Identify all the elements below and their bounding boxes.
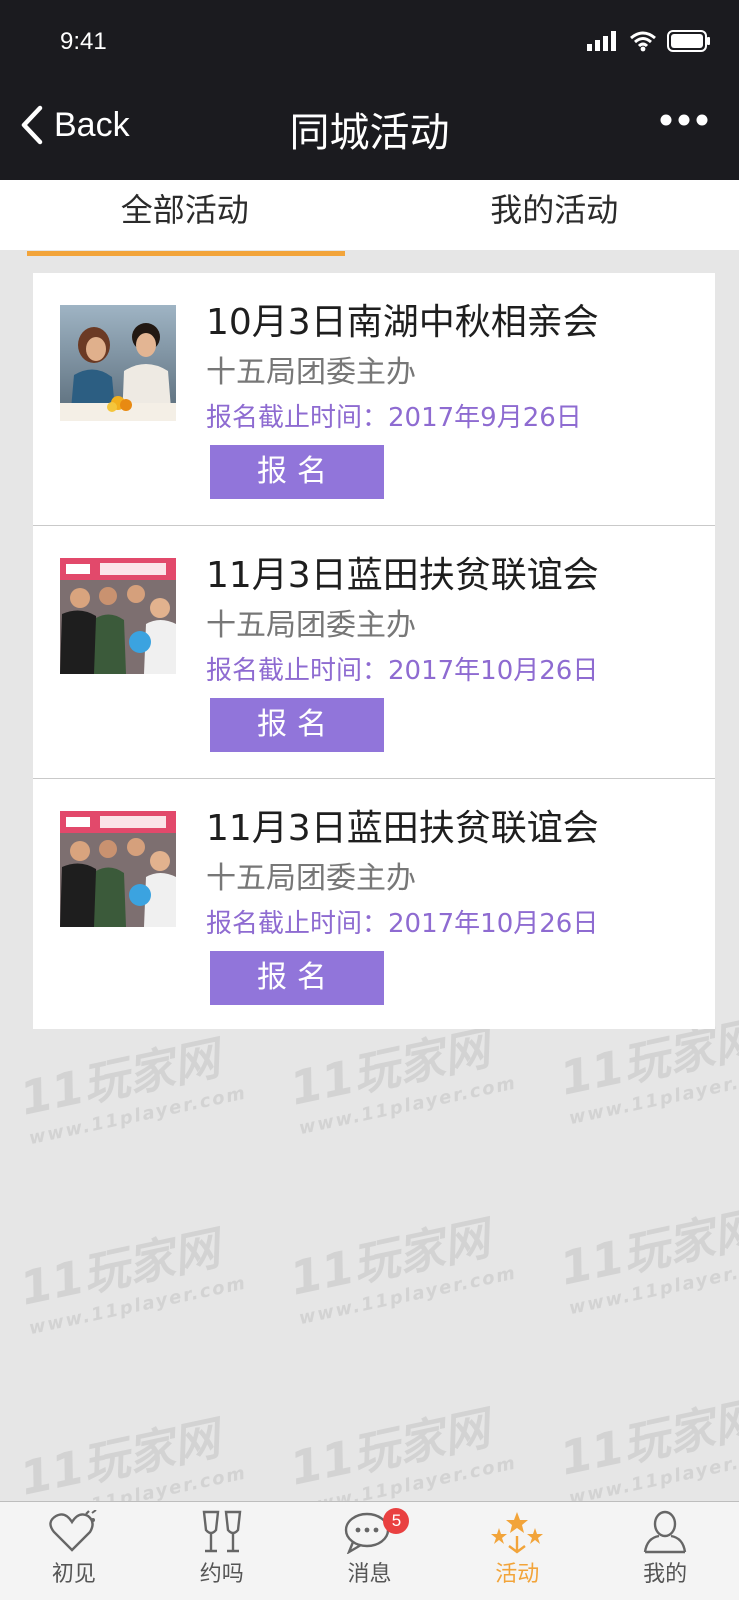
signup-button[interactable]: 报名	[210, 698, 384, 752]
wifi-icon	[630, 31, 656, 52]
watermark: 11玩家网 www.11player.com	[555, 1390, 739, 1510]
event-title: 10月3日南湖中秋相亲会	[206, 302, 599, 343]
fireworks-icon	[491, 1512, 544, 1554]
more-dots-icon[interactable]	[659, 112, 709, 128]
watermark: 11玩家网 www.11player.com	[285, 1210, 519, 1330]
signup-button[interactable]: 报名	[210, 951, 384, 1005]
event-organizer: 十五局团委主办	[206, 355, 416, 390]
battery-icon	[667, 30, 710, 52]
event-photo	[60, 558, 176, 674]
event-title: 11月3日蓝田扶贫联谊会	[206, 808, 599, 849]
tabbar-item-huodong[interactable]: 活动	[443, 1502, 591, 1600]
top-bar: 9:41 Back 同城活动	[0, 0, 739, 180]
tabbar-label: 我的	[643, 1562, 688, 1587]
tabbar-item-chujian[interactable]: 初见	[0, 1502, 148, 1600]
event-item[interactable]: 10月3日南湖中秋相亲会 十五局团委主办 报名截止时间：2017年9月26日 报…	[33, 273, 715, 526]
event-organizer: 十五局团委主办	[206, 608, 416, 643]
event-title: 11月3日蓝田扶贫联谊会	[206, 555, 599, 596]
watermark: 11玩家网 www.11player.com	[555, 1200, 739, 1320]
event-deadline: 报名截止时间：2017年10月26日	[206, 909, 599, 939]
tab-my-activities[interactable]: 我的活动	[370, 180, 739, 250]
bottom-tab-bar: 初见 约吗 5 消息 活动 我的	[0, 1501, 739, 1600]
signup-button[interactable]: 报名	[210, 445, 384, 499]
person-icon	[643, 1510, 687, 1554]
page-title: 同城活动	[289, 110, 450, 156]
event-deadline: 报名截止时间：2017年9月26日	[206, 403, 582, 433]
tabbar-label: 初见	[51, 1562, 96, 1587]
wine-glasses-icon	[202, 1510, 242, 1553]
tabbar-item-yuema[interactable]: 约吗	[148, 1502, 296, 1600]
status-time: 9:41	[60, 28, 107, 55]
tabbar-label: 活动	[495, 1562, 540, 1587]
status-icons	[587, 30, 711, 52]
event-photo	[60, 305, 176, 421]
watermark: 11玩家网 www.11player.com	[285, 1400, 519, 1520]
tabbar-item-xiaoxi[interactable]: 5 消息	[296, 1502, 444, 1600]
tabbar-label: 消息	[347, 1562, 392, 1587]
event-photo	[60, 811, 176, 927]
activity-tabs: 全部活动 我的活动	[0, 180, 739, 256]
event-deadline: 报名截止时间：2017年10月26日	[206, 656, 599, 686]
event-organizer: 十五局团委主办	[206, 861, 416, 896]
event-item[interactable]: 11月3日蓝田扶贫联谊会 十五局团委主办 报名截止时间：2017年10月26日 …	[33, 526, 715, 779]
unread-badge: 5	[383, 1508, 410, 1534]
tabbar-label: 约吗	[199, 1562, 244, 1587]
watermark: 11玩家网 www.11player.com	[15, 1030, 249, 1150]
tab-all-activities[interactable]: 全部活动	[0, 180, 370, 256]
tabbar-item-wode[interactable]: 我的	[591, 1502, 739, 1600]
event-list: 10月3日南湖中秋相亲会 十五局团委主办 报名截止时间：2017年9月26日 报…	[33, 273, 715, 1029]
heart-icon	[49, 1510, 97, 1552]
watermark: 11玩家网 www.11player.com	[15, 1220, 249, 1340]
event-item[interactable]: 11月3日蓝田扶贫联谊会 十五局团委主办 报名截止时间：2017年10月26日 …	[33, 779, 715, 1031]
signal-icon	[587, 31, 616, 51]
